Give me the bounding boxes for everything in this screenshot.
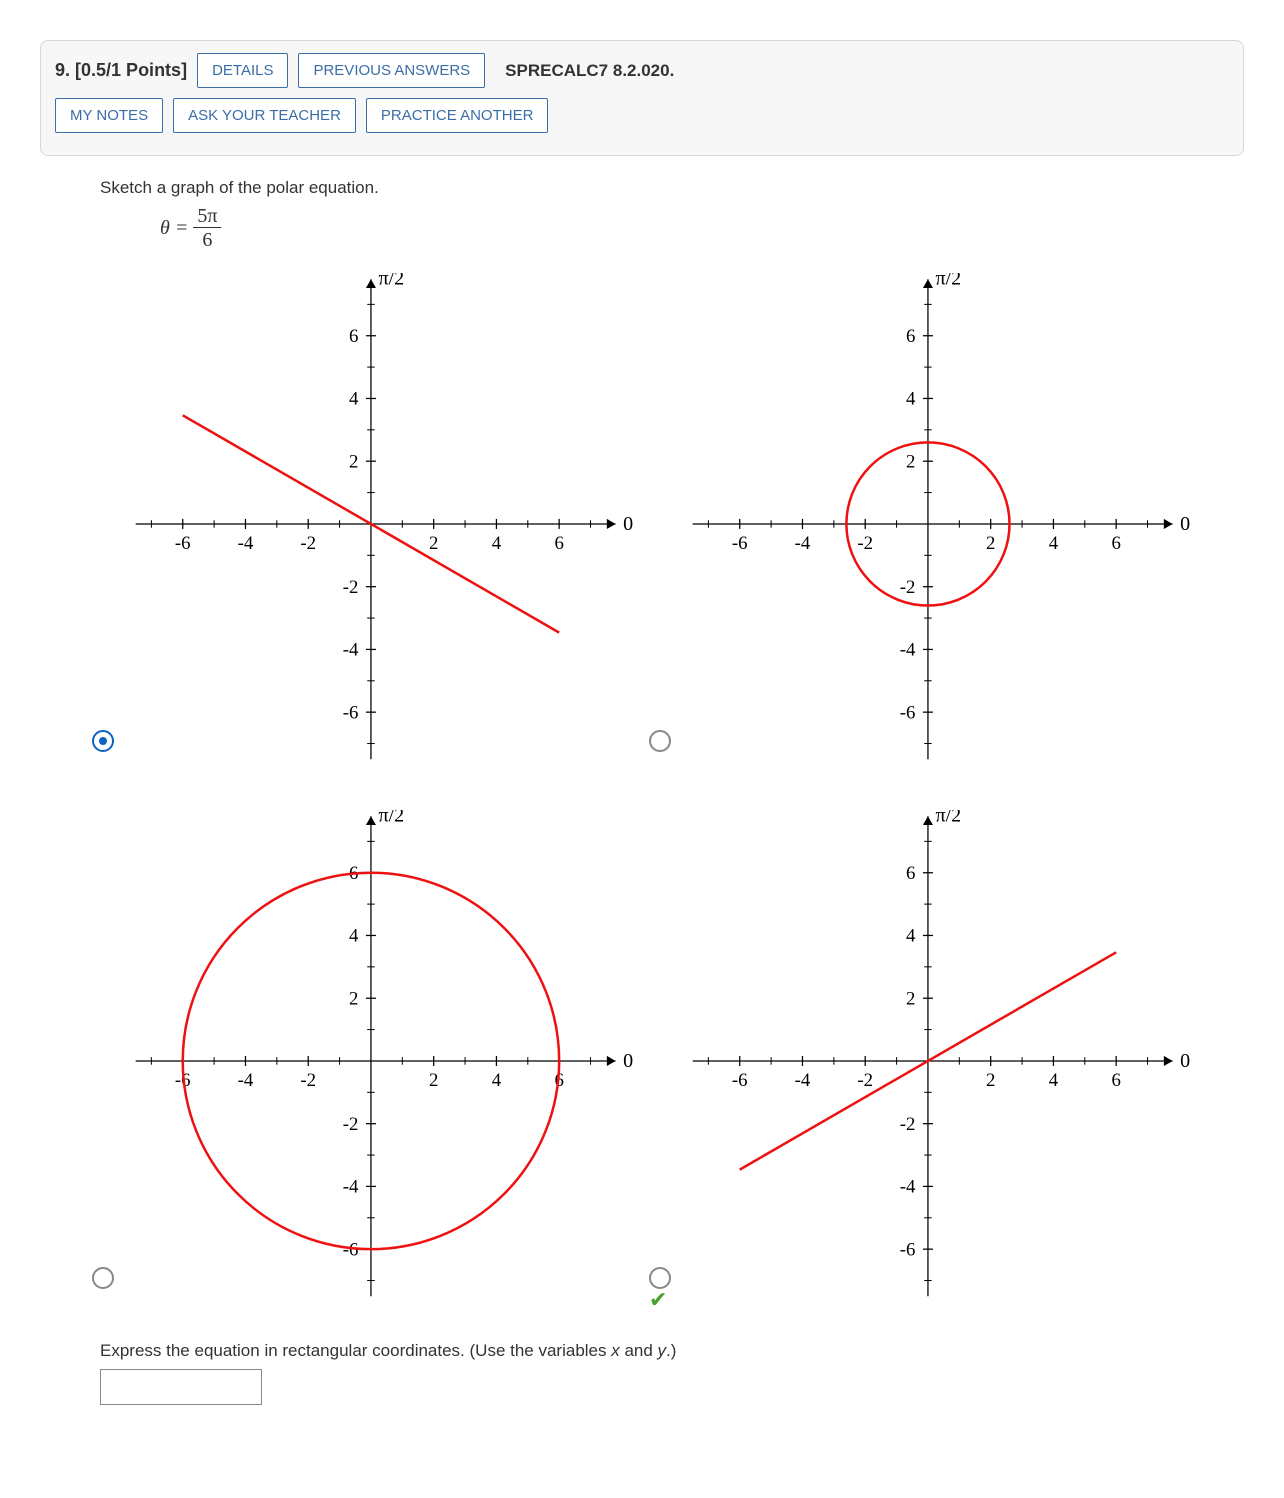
svg-text:-2: -2 (857, 533, 873, 554)
svg-text:2: 2 (986, 533, 995, 554)
textbook-reference: SPRECALC7 8.2.020. (505, 61, 674, 81)
svg-text:4: 4 (1049, 1070, 1059, 1091)
svg-text:0: 0 (1180, 513, 1190, 535)
svg-text:-6: -6 (175, 533, 191, 554)
svg-text:π/2: π/2 (935, 273, 961, 289)
svg-text:4: 4 (906, 389, 916, 410)
choice-d: ✔ -6-4-2246642-2-4-6 π/2 0 (677, 810, 1204, 1317)
svg-text:6: 6 (1111, 533, 1120, 554)
radio-choice-a[interactable] (92, 730, 114, 752)
svg-text:0: 0 (1180, 1050, 1190, 1072)
svg-text:π/2: π/2 (378, 273, 404, 289)
svg-text:6: 6 (554, 533, 563, 554)
svg-text:-4: -4 (900, 640, 916, 661)
svg-text:-4: -4 (795, 533, 811, 554)
choice-c: -6-4-2246642-2-4-6 π/2 0 (120, 810, 647, 1317)
svg-text:-4: -4 (900, 1177, 916, 1198)
svg-text:-4: -4 (795, 1070, 811, 1091)
svg-text:6: 6 (1111, 1070, 1120, 1091)
svg-text:-2: -2 (857, 1070, 873, 1091)
svg-text:2: 2 (349, 451, 358, 472)
svg-text:2: 2 (349, 988, 358, 1009)
svg-text:-6: -6 (732, 1070, 748, 1091)
svg-text:-6: -6 (900, 1239, 916, 1260)
svg-text:-6: -6 (343, 702, 359, 723)
svg-text:4: 4 (349, 389, 359, 410)
svg-text:-2: -2 (900, 1114, 916, 1135)
svg-text:-4: -4 (238, 533, 254, 554)
svg-text:-6: -6 (343, 1239, 359, 1260)
svg-text:-2: -2 (343, 577, 359, 598)
details-button[interactable]: DETAILS (197, 53, 288, 88)
svg-text:4: 4 (349, 926, 359, 947)
svg-text:-2: -2 (300, 1070, 316, 1091)
svg-text:4: 4 (906, 926, 916, 947)
choice-a: -6 -4 -2 2 4 6 6 4 2 -2 -4 -6 π/2 0 (120, 273, 647, 780)
svg-text:4: 4 (492, 533, 502, 554)
previous-answers-button[interactable]: PREVIOUS ANSWERS (298, 53, 485, 88)
svg-text:-2: -2 (300, 533, 316, 554)
header-row-2: MY NOTES ASK YOUR TEACHER PRACTICE ANOTH… (55, 98, 1229, 133)
polar-equation: θ = 5π6 (160, 206, 1244, 253)
svg-text:2: 2 (429, 533, 438, 554)
radio-choice-b[interactable] (649, 730, 671, 752)
ask-teacher-button[interactable]: ASK YOUR TEACHER (173, 98, 356, 133)
svg-text:-2: -2 (900, 577, 916, 598)
radio-choice-d[interactable] (649, 1267, 671, 1289)
rectangular-answer-input[interactable] (100, 1369, 262, 1405)
question-prompt: Sketch a graph of the polar equation. (100, 178, 1244, 198)
rectangular-prompt: Express the equation in rectangular coor… (100, 1341, 1244, 1361)
choice-b: -6 -4 -2 2 4 6 6 4 2 -2 -4 -6 π/2 0 (677, 273, 1204, 780)
svg-text:-6: -6 (900, 702, 916, 723)
svg-text:6: 6 (906, 863, 915, 884)
svg-text:2: 2 (906, 451, 915, 472)
practice-another-button[interactable]: PRACTICE ANOTHER (366, 98, 549, 133)
svg-text:0: 0 (623, 513, 633, 535)
svg-text:6: 6 (349, 326, 358, 347)
svg-text:π/2: π/2 (935, 810, 961, 826)
answer-choices-grid: -6-4-2246642-2-4-6 π/2 0 -6-4-2246642-2-… (120, 273, 1204, 1317)
svg-text:6: 6 (906, 326, 915, 347)
svg-text:-6: -6 (732, 533, 748, 554)
svg-text:π/2: π/2 (378, 810, 404, 826)
svg-text:2: 2 (986, 1070, 995, 1091)
polar-plot: -6 -4 -2 2 4 6 6 4 2 -2 -4 -6 π/2 0 (120, 273, 647, 775)
correct-check-icon: ✔ (649, 1287, 667, 1313)
question-number: 9. [0.5/1 Points] (55, 60, 187, 81)
polar-plot: -6-4-2246642-2-4-6 π/2 0 (120, 810, 647, 1312)
svg-text:4: 4 (1049, 533, 1059, 554)
svg-text:2: 2 (429, 1070, 438, 1091)
my-notes-button[interactable]: MY NOTES (55, 98, 163, 133)
svg-text:4: 4 (492, 1070, 502, 1091)
svg-text:-4: -4 (343, 640, 359, 661)
header-row-1: 9. [0.5/1 Points] DETAILS PREVIOUS ANSWE… (55, 53, 1229, 88)
svg-text:-4: -4 (238, 1070, 254, 1091)
polar-plot: -6 -4 -2 2 4 6 6 4 2 -2 -4 -6 π/2 0 (677, 273, 1204, 775)
radio-choice-c[interactable] (92, 1267, 114, 1289)
svg-text:-2: -2 (343, 1114, 359, 1135)
polar-plot: -6 -4 -2 2 4 6 6 4 2 -2 -4 -6 π/2 0 (677, 810, 1204, 1312)
svg-text:2: 2 (906, 988, 915, 1009)
svg-text:-4: -4 (343, 1177, 359, 1198)
question-header: 9. [0.5/1 Points] DETAILS PREVIOUS ANSWE… (40, 40, 1244, 156)
svg-text:0: 0 (623, 1050, 633, 1072)
